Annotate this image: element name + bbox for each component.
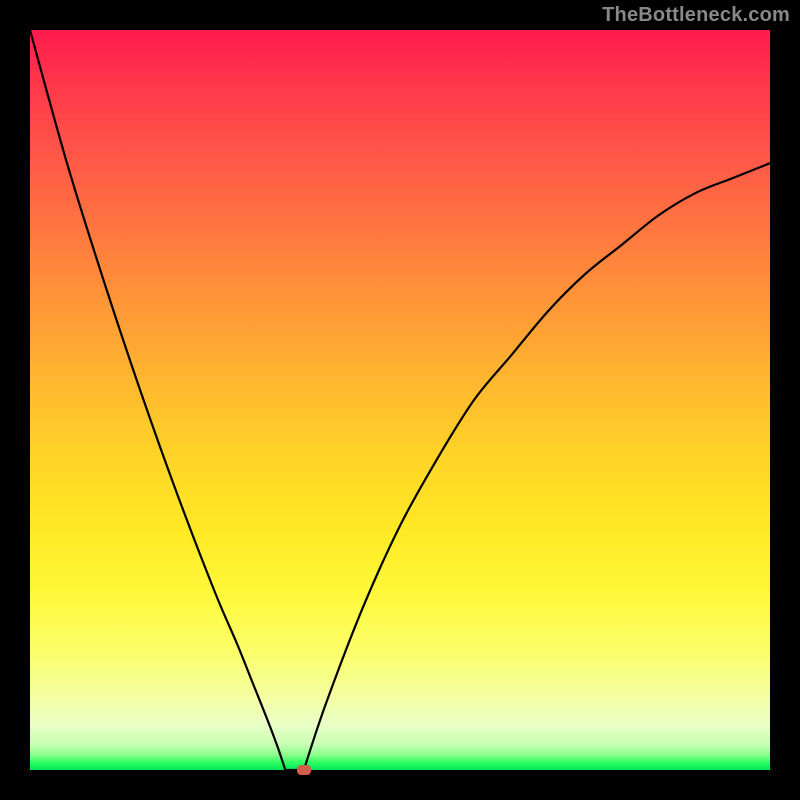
watermark-text: TheBottleneck.com bbox=[602, 4, 790, 27]
bottleneck-marker bbox=[297, 765, 311, 775]
bottleneck-curve bbox=[30, 30, 770, 770]
plot-area bbox=[30, 30, 770, 770]
chart-frame: TheBottleneck.com bbox=[0, 0, 800, 800]
curve-path bbox=[30, 30, 770, 770]
